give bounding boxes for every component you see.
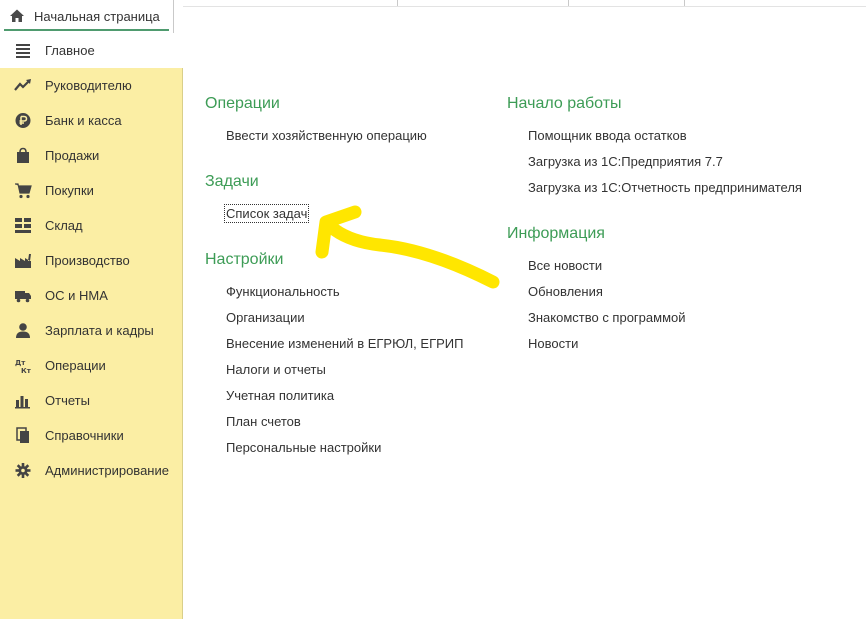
link-import-1c77[interactable]: Загрузка из 1С:Предприятия 7.7 — [528, 154, 723, 169]
link-personal-settings[interactable]: Персональные настройки — [226, 440, 381, 455]
section-title-getting-started: Начало работы — [507, 95, 622, 112]
sidebar-item-bank[interactable]: Банк и касса — [0, 103, 183, 138]
sidebar-item-warehouse[interactable]: Склад — [0, 208, 183, 243]
truck-icon — [15, 291, 31, 303]
main-panel: Операции Ввести хозяйственную операцию З… — [183, 0, 866, 619]
home-icon — [10, 9, 24, 22]
trend-chart-icon — [14, 79, 31, 91]
sidebar-item-label: Покупки — [45, 183, 94, 198]
section-title-tasks: Задачи — [205, 173, 259, 190]
sidebar-item-label: Отчеты — [45, 393, 90, 408]
link-chart-of-accounts[interactable]: План счетов — [226, 414, 301, 429]
cart-icon — [15, 183, 32, 199]
sidebar-item-label: Справочники — [45, 428, 124, 443]
svg-text:Кт: Кт — [21, 367, 32, 374]
menu-lines-icon — [16, 44, 30, 58]
sidebar-item-label: Продажи — [45, 148, 100, 163]
link-all-news[interactable]: Все новости — [528, 258, 602, 273]
section-title-operations: Операции — [205, 95, 280, 112]
shopping-bag-icon — [17, 147, 29, 163]
sidebar-item-label: Производство — [45, 253, 130, 268]
books-icon — [16, 427, 29, 443]
tab-active-underline — [4, 29, 169, 31]
sidebar-item-label: Операции — [45, 358, 106, 373]
gear-icon — [15, 463, 31, 478]
section-title-information: Информация — [507, 225, 605, 242]
sidebar-item-label: Склад — [45, 218, 83, 233]
sidebar-item-label: Зарплата и кадры — [45, 323, 154, 338]
divider — [183, 6, 866, 7]
link-functionality[interactable]: Функциональность — [226, 284, 340, 299]
ruble-coin-icon — [15, 113, 31, 128]
sidebar-item-label: Руководителю — [45, 78, 132, 93]
svg-text:Дт: Дт — [15, 359, 26, 367]
factory-icon — [15, 254, 31, 268]
sidebar-item-reports[interactable]: Отчеты — [0, 383, 183, 418]
sidebar-item-administration[interactable]: Администрирование — [0, 453, 183, 488]
app-window: Начальная страница Главное Руководителю — [0, 0, 866, 619]
bar-chart-icon — [15, 396, 30, 409]
link-updates[interactable]: Обновления — [528, 284, 603, 299]
sidebar-item-sales[interactable]: Продажи — [0, 138, 183, 173]
link-egrul-changes[interactable]: Внесение изменений в ЕГРЮЛ, ЕГРИП — [226, 336, 463, 351]
link-import-1c-reporting[interactable]: Загрузка из 1С:Отчетность предпринимател… — [528, 180, 802, 195]
tab-home-label: Начальная страница — [34, 9, 160, 24]
sidebar-item-main[interactable]: Главное — [0, 33, 183, 68]
sidebar-item-label: Главное — [45, 43, 95, 58]
link-organizations[interactable]: Организации — [226, 310, 305, 325]
person-icon — [16, 323, 30, 338]
link-news[interactable]: Новости — [528, 336, 578, 351]
sidebar-item-label: Банк и касса — [45, 113, 122, 128]
sidebar-item-salary[interactable]: Зарплата и кадры — [0, 313, 183, 348]
link-accounting-policy[interactable]: Учетная политика — [226, 388, 334, 403]
link-enter-operation[interactable]: Ввести хозяйственную операцию — [226, 128, 427, 143]
link-taxes-reports[interactable]: Налоги и отчеты — [226, 362, 326, 377]
link-program-intro[interactable]: Знакомство с программой — [528, 310, 686, 325]
link-task-list[interactable]: Список задач — [223, 204, 310, 223]
sidebar-item-manager[interactable]: Руководителю — [0, 68, 183, 103]
sidebar: Главное Руководителю Банк и касса Продаж… — [0, 33, 183, 619]
sidebar-item-purchases[interactable]: Покупки — [0, 173, 183, 208]
link-opening-balances[interactable]: Помощник ввода остатков — [528, 128, 687, 143]
sidebar-item-production[interactable]: Производство — [0, 243, 183, 278]
sidebar-item-label: Администрирование — [45, 463, 169, 478]
debit-credit-icon: Дт Кт — [15, 359, 32, 374]
sidebar-item-operations[interactable]: Дт Кт Операции — [0, 348, 183, 383]
sidebar-item-assets[interactable]: ОС и НМА — [0, 278, 183, 313]
warehouse-grid-icon — [15, 218, 31, 233]
tab-home[interactable]: Начальная страница — [0, 0, 174, 33]
sidebar-item-label: ОС и НМА — [45, 288, 108, 303]
sidebar-item-directories[interactable]: Справочники — [0, 418, 183, 453]
section-title-settings: Настройки — [205, 251, 284, 268]
